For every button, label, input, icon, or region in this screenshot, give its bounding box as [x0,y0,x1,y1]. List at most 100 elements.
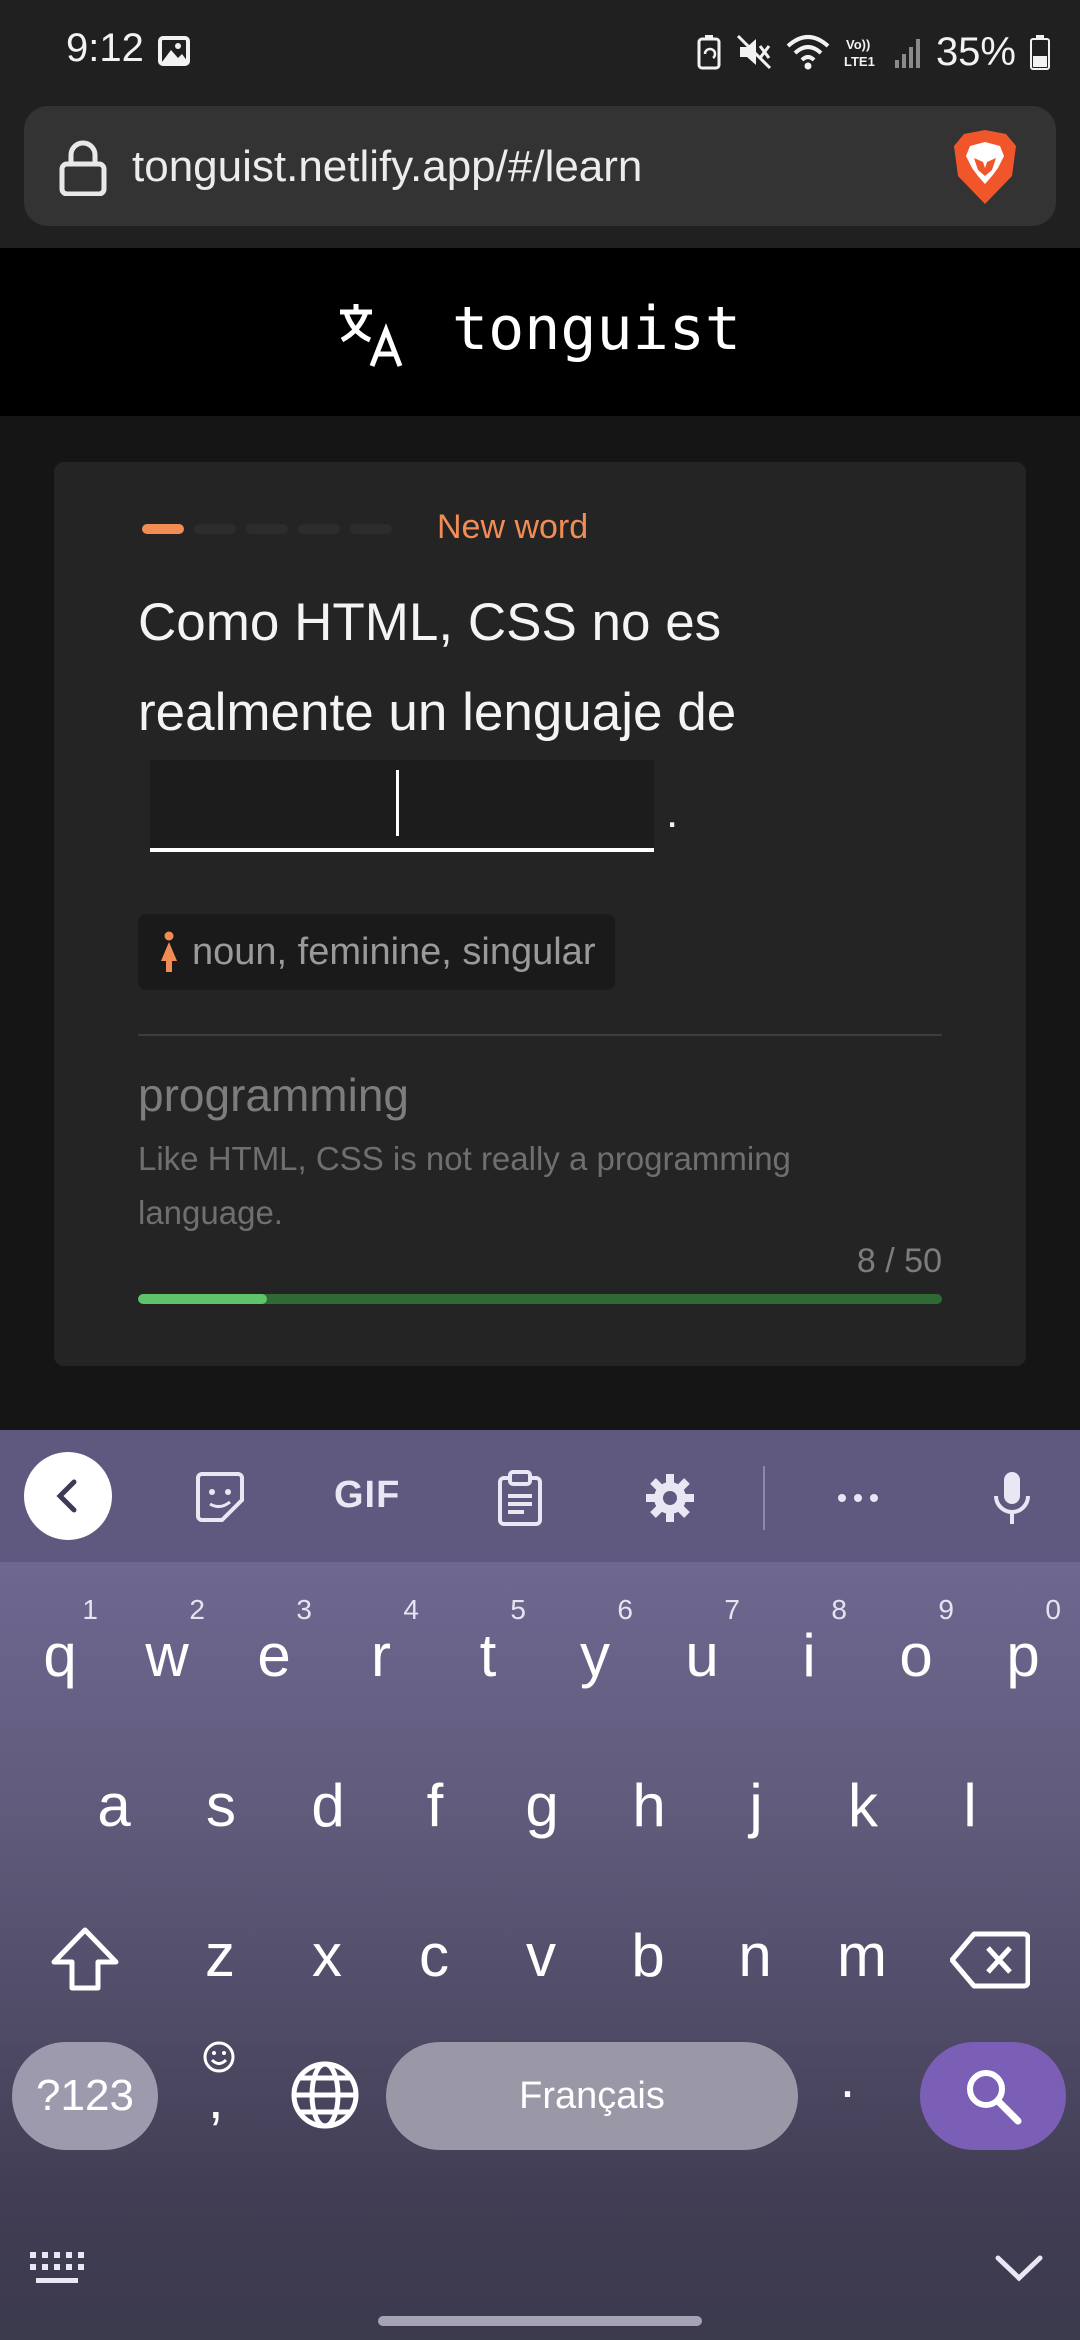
key-label: g [525,1771,559,1839]
key-hint: 4 [403,1594,419,1625]
key-label: r [371,1621,391,1689]
grammar-chip: noun, feminine, singular [138,914,616,990]
key-x[interactable]: x [277,1876,377,2026]
key-q[interactable]: q1 [10,1576,110,1726]
status-bar: 9:12 Vo)) LTE1 35% [0,0,1080,104]
key-label: q [43,1621,77,1689]
microphone-icon[interactable] [984,1470,1040,1526]
key-hint: 5 [510,1594,526,1625]
key-j[interactable]: j [706,1726,806,1876]
progress-bar-fill [138,1294,267,1304]
comma-label: , [208,2067,224,2130]
streak-segment [298,524,340,534]
key-z[interactable]: z [170,1876,270,2026]
key-r[interactable]: r4 [331,1576,431,1726]
symbols-key[interactable]: ?123 [12,2042,158,2150]
key-label: e [257,1621,291,1689]
key-label: l [963,1771,977,1839]
clipboard-icon[interactable] [492,1470,548,1526]
key-c[interactable]: c [384,1876,484,2026]
streak-segment [350,524,392,534]
svg-text:LTE1: LTE1 [844,54,875,69]
battery-icon [1030,35,1050,70]
toolbar-back-button[interactable] [24,1452,112,1540]
keyboard-toolbar: GIF [0,1430,1080,1562]
key-label: a [97,1771,131,1839]
answer-input[interactable] [150,760,654,852]
home-indicator[interactable] [378,2316,702,2326]
progress-current: 8 [856,1242,876,1280]
gif-button[interactable]: GIF [334,1474,400,1517]
search-icon [967,2070,1022,2125]
app-header: tonguist [0,248,1080,416]
key-label: v [526,1921,556,1989]
key-label: m [837,1921,887,1989]
chevron-left-icon [56,1479,77,1513]
search-key[interactable] [920,2042,1066,2150]
progress-bar [138,1294,942,1304]
app-title: tonguist [452,294,741,364]
url-text[interactable]: tonguist.netlify.app/#/learn [132,142,642,192]
comma-key[interactable]: , [186,2024,250,2144]
key-n[interactable]: n [705,1876,805,2026]
key-label: f [426,1771,444,1839]
shift-key[interactable] [50,1926,120,1992]
streak-segment [194,524,236,534]
key-l[interactable]: l [920,1726,1020,1876]
period-key[interactable]: . [840,2048,855,2110]
key-label: c [419,1921,449,1989]
key-k[interactable]: k [813,1726,913,1876]
more-icon[interactable] [830,1470,886,1526]
key-hint: 7 [724,1594,740,1625]
key-label: i [802,1621,816,1689]
svg-text:Vo)): Vo)) [846,37,870,52]
key-s[interactable]: s [171,1726,271,1876]
sticker-icon[interactable] [192,1470,248,1526]
key-f[interactable]: f [385,1726,485,1876]
hide-keyboard-icon[interactable] [994,2252,1044,2282]
grammar-info: noun, feminine, singular [192,930,596,973]
signal-icon [894,39,920,68]
cloze-sentence: Como HTML, CSS no es realmente un lengua… [138,593,737,742]
globe-key[interactable] [290,2060,360,2130]
key-hint: 1 [82,1594,98,1625]
translation-sentence: Like HTML, CSS is not really a programmi… [138,1140,791,1231]
key-p[interactable]: p0 [973,1576,1073,1726]
key-w[interactable]: w2 [117,1576,217,1726]
key-e[interactable]: e3 [224,1576,324,1726]
key-hint: 6 [617,1594,633,1625]
text-cursor [396,770,399,836]
key-t[interactable]: t5 [438,1576,538,1726]
key-label: o [899,1621,933,1689]
space-key[interactable]: Français [386,2042,798,2150]
address-bar[interactable]: tonguist.netlify.app/#/learn [24,106,1056,226]
key-label: z [205,1921,235,1989]
streak-segment [246,524,288,534]
gallery-notification-icon [158,36,190,66]
lock-icon[interactable] [58,140,108,196]
key-label: t [479,1621,497,1689]
sentence-end: . [666,788,679,837]
key-hint: 2 [189,1594,205,1625]
key-g[interactable]: g [492,1726,592,1876]
key-i[interactable]: i8 [759,1576,859,1726]
key-h[interactable]: h [599,1726,699,1876]
battery-percentage: 35% [935,29,1016,74]
brave-shields-icon[interactable] [950,128,1020,206]
key-a[interactable]: a [64,1726,164,1876]
key-m[interactable]: m [812,1876,912,2026]
keyboard-switch-icon[interactable] [28,2248,90,2288]
backspace-key[interactable] [950,1930,1030,1990]
gear-icon[interactable] [642,1470,698,1526]
status-time: 9:12 [66,26,144,70]
browser-toolbar: tonguist.netlify.app/#/learn [0,104,1080,248]
key-y[interactable]: y6 [545,1576,645,1726]
keyboard-row-2: asdf ghjkl [0,1726,1080,1876]
key-label: n [738,1921,772,1989]
key-label: x [312,1921,342,1989]
key-o[interactable]: o9 [866,1576,966,1726]
key-b[interactable]: b [598,1876,698,2026]
key-u[interactable]: u7 [652,1576,752,1726]
key-d[interactable]: d [278,1726,378,1876]
key-v[interactable]: v [491,1876,591,2026]
